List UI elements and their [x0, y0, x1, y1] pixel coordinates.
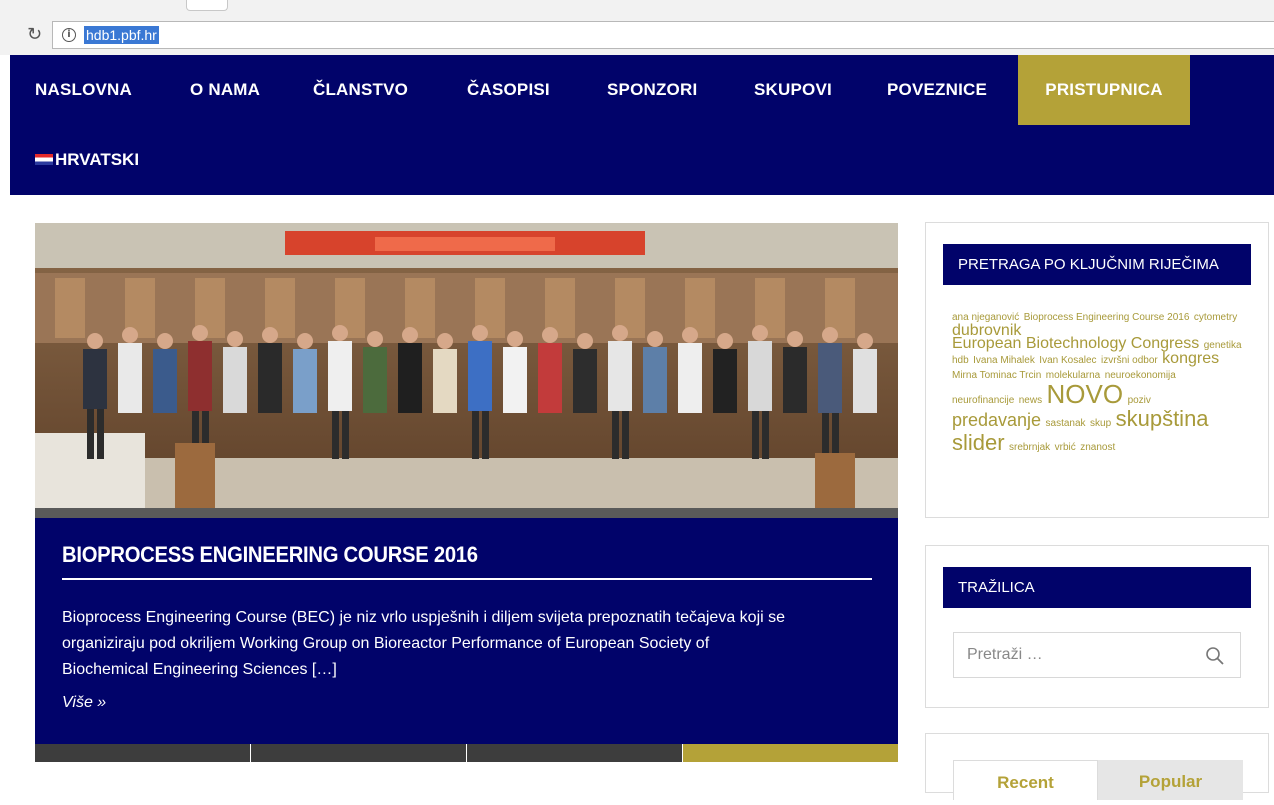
tag-cloud-title: PRETRAGA PO KLJUČNIM RIJEČIMA [943, 244, 1251, 285]
article-excerpt-line: organiziraju pod okriljem Working Group … [62, 635, 710, 652]
nav-item-naslovna[interactable]: NASLOVNA [35, 55, 132, 125]
tag-link[interactable]: hdb [952, 355, 969, 366]
tag-link[interactable]: znanost [1080, 442, 1115, 453]
tag-link[interactable]: NOVO [1047, 379, 1124, 409]
tag-link[interactable]: srebrnjak [1009, 442, 1050, 453]
nav-item-clanstvo[interactable]: ČLANSTVO [313, 55, 408, 125]
article-separator [35, 508, 898, 518]
language-switcher[interactable]: HRVATSKI [35, 125, 139, 195]
nav-item-casopisi[interactable]: ČASOPISI [467, 55, 550, 125]
nav-item-o-nama[interactable]: O NAMA [190, 55, 260, 125]
tag-link[interactable]: skupština [1116, 406, 1209, 431]
tag-cloud: ana njeganović Bioprocess Engineering Co… [952, 309, 1242, 455]
tag-link[interactable]: cytometry [1194, 312, 1237, 323]
tag-link[interactable]: Bioprocess Engineering Course 2016 [1024, 312, 1190, 323]
language-label: HRVATSKI [55, 150, 140, 169]
tag-link[interactable]: Ivan Kosalec [1039, 355, 1096, 366]
croatian-flag-icon [35, 154, 53, 166]
tab-recent[interactable]: Recent [953, 760, 1098, 800]
search-input[interactable]: Pretraži … [953, 632, 1241, 678]
tag-link[interactable]: news [1019, 395, 1042, 406]
main-navigation: NASLOVNA O NAMA ČLANSTVO ČASOPISI SPONZO… [10, 55, 1274, 195]
reload-icon[interactable]: ↻ [27, 26, 42, 44]
info-icon[interactable]: i [62, 28, 76, 42]
slider-pagination [35, 744, 898, 762]
nav-item-skupovi[interactable]: SKUPOVI [754, 55, 832, 125]
search-placeholder: Pretraži … [967, 646, 1043, 663]
article-excerpt-line: Bioprocess Engineering Course (BEC) je n… [62, 609, 786, 626]
article-excerpt-line: Biochemical Engineering Sciences […] [62, 661, 337, 678]
tag-link[interactable]: Mirna Tominac Trcin [952, 370, 1041, 381]
browser-toolbar: ↻ i hdb1.pbf.hr [0, 0, 1274, 55]
group-photo-illustration [35, 223, 898, 508]
tag-link[interactable]: predavanje [952, 410, 1041, 430]
article-excerpt: Bioprocess Engineering Course (BEC) je n… [62, 605, 882, 683]
tag-link[interactable]: sastanak [1046, 418, 1086, 429]
url-text[interactable]: hdb1.pbf.hr [84, 26, 159, 44]
featured-group-photo[interactable] [35, 223, 898, 508]
browser-tab[interactable] [186, 0, 228, 11]
address-bar[interactable]: i hdb1.pbf.hr [52, 21, 1274, 49]
slider-tab-active[interactable] [683, 744, 898, 762]
tag-link[interactable]: slider [952, 430, 1005, 455]
tag-cloud-widget: PRETRAGA PO KLJUČNIM RIJEČIMA ana njegan… [925, 222, 1269, 518]
tag-link[interactable]: neurofinancije [952, 395, 1014, 406]
tag-link[interactable]: kongres [1162, 350, 1219, 367]
slider-tab[interactable] [35, 744, 251, 762]
tab-popular[interactable]: Popular [1098, 760, 1243, 800]
slider-tab[interactable] [467, 744, 683, 762]
nav-item-poveznice[interactable]: POVEZNICE [887, 55, 987, 125]
tag-link[interactable]: skup [1090, 418, 1111, 429]
tag-link[interactable]: izvršni odbor [1101, 355, 1158, 366]
search-widget-title: TRAŽILICA [943, 567, 1251, 608]
slider-tab[interactable] [251, 744, 467, 762]
nav-item-pristupnica[interactable]: PRISTUPNICA [1018, 55, 1190, 125]
search-widget: TRAŽILICA Pretraži … [925, 545, 1269, 708]
article-title-divider [62, 578, 872, 580]
article-title[interactable]: BIOPROCESS ENGINEERING COURSE 2016 [62, 542, 478, 568]
tag-link[interactable]: vrbić [1055, 442, 1076, 453]
read-more-link[interactable]: Više » [62, 694, 106, 712]
nav-item-sponzori[interactable]: SPONZORI [607, 55, 697, 125]
search-icon[interactable] [1205, 646, 1225, 666]
tag-link[interactable]: Ivana Mihalek [973, 355, 1035, 366]
tag-link[interactable]: poziv [1128, 395, 1151, 406]
posts-tabs-widget: Recent Popular [925, 733, 1269, 800]
featured-article: BIOPROCESS ENGINEERING COURSE 2016 Biopr… [35, 518, 898, 744]
